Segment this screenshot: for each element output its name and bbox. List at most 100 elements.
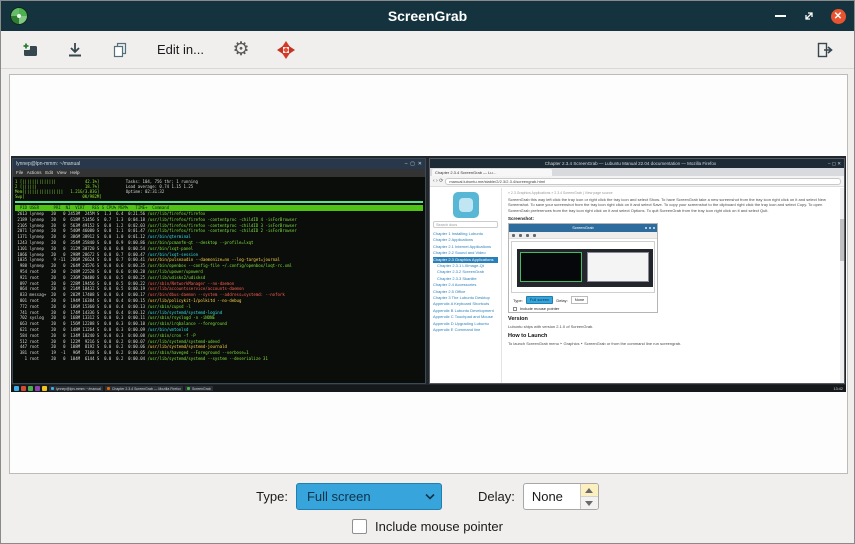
save-button[interactable] (59, 35, 91, 65)
preview-terminal-body: 1 [|||||||||||||| 42.1%]2 [|||||| 18.7%]… (13, 177, 425, 383)
preview-terminal-window-buttons: – ▢ ✕ (405, 159, 422, 169)
preview-taskbar: lynnep@lpn-mmm: ~/manualChapter 2.3.4 Sc… (11, 385, 846, 392)
titlebar: ScreenGrab ✕ (1, 1, 854, 31)
preview-browser-navbar: ‹ › ⟳ manual.lubuntu.me/stable/2/2.3/2.3… (430, 176, 844, 187)
doc-launch-text: To launch ScreenGrab menu ‣ Graphics ‣ S… (508, 341, 836, 346)
browser-url-bar: manual.lubuntu.me/stable/2/2.3/2.3.4/scr… (445, 178, 841, 185)
copy-button[interactable] (104, 35, 136, 65)
preview-terminal-titlebar: lynnep@lpn-mmm: ~/manual – ▢ ✕ (13, 159, 425, 169)
terminal-rows: 2613 lynnep 20 0 2453M 245M S 1.3 6.4 0:… (15, 211, 423, 362)
spin-up-button[interactable] (581, 484, 598, 496)
screengrab-window: ScreenGrab ✕ (0, 0, 855, 544)
screenshot-preview-area: lynnep@lpn-mmm: ~/manual – ▢ ✕ File Acti… (9, 74, 848, 474)
lubuntu-manual-logo (453, 192, 479, 218)
down-arrow-icon (585, 501, 593, 506)
preview-terminal-title: lynnep@lpn-mmm: ~/manual (16, 159, 405, 169)
doc-screenshot-label: Screenshot: (508, 216, 836, 221)
window-title: ScreenGrab (1, 8, 854, 24)
preview-browser-tabbar: Chapter 2.3.4 ScreenGrab — Lu… (430, 168, 844, 176)
toolbar: Edit in... ⚙ (1, 31, 854, 69)
mini-title: ScreenGrab (572, 225, 594, 230)
doc-version-heading: Version (508, 316, 836, 322)
new-screenshot-icon (20, 40, 40, 60)
spin-down-button[interactable] (581, 496, 598, 509)
doc-main-content: » 2.3 Graphics Applications » 2.3.4 Scre… (502, 188, 844, 383)
minimize-icon (775, 15, 786, 17)
preview-browser-tab: Chapter 2.3.4 ScreenGrab — Lu… (432, 169, 552, 176)
doc-search-box: Search docs (433, 221, 498, 228)
edit-in-label: Edit in... (149, 42, 212, 57)
new-screenshot-button[interactable] (14, 35, 46, 65)
preview-browser-window: Chapter 2.3.4 ScreenGrab — Lubuntu Manua… (429, 158, 845, 384)
embedded-screengrab-screenshot: ScreenGrab Type: Full screen Delay: (508, 223, 658, 313)
doc-sidebar: Search docs Chapter 1 Installing Lubuntu… (430, 188, 502, 383)
browser-nav-icons: ‹ › ⟳ (433, 178, 443, 184)
taskbar-launchers (14, 386, 47, 391)
taskbar-window-button: Chapter 2.3.4 ScreenGrab — Mozilla Firef… (105, 386, 183, 392)
mini-type-row: Type: Full screen Delay: None (509, 295, 657, 305)
mini-toolbar (509, 232, 657, 239)
doc-sidebar-link: Appendix E Command line (433, 327, 498, 333)
chevron-down-icon (419, 493, 441, 500)
doc-intro-paragraph: ScreenGrab this way left click the tray … (508, 197, 836, 213)
close-icon: ✕ (831, 9, 846, 24)
browser-scrollbar (840, 188, 844, 383)
gear-icon: ⚙ (232, 40, 249, 59)
exit-icon (815, 40, 835, 60)
copy-icon (110, 40, 130, 60)
taskbar-launcher-icon (28, 386, 33, 391)
pointer-row: Include mouse pointer (352, 519, 503, 534)
preview-terminal-menubar: File Actions Edit View Help (13, 169, 425, 177)
preview-browser-content: Search docs Chapter 1 Installing Lubuntu… (430, 188, 844, 383)
doc-version-text: Lubuntu ships with version 2.1.0 of Scre… (508, 324, 836, 329)
mini-window-buttons (645, 227, 655, 229)
mini-preview (511, 241, 655, 293)
mini-type-combo: Full screen (526, 296, 554, 304)
red-arrows-icon (275, 39, 297, 61)
up-arrow-icon (585, 488, 593, 493)
doc-breadcrumb: » 2.3 Graphics Applications » 2.3.4 Scre… (508, 191, 836, 195)
bottom-controls: Type: Full screen Delay: None Include mo… (1, 474, 854, 543)
type-label: Type: (256, 489, 288, 504)
window-controls: ✕ (772, 1, 846, 31)
delay-value: None (524, 484, 580, 509)
edit-in-button[interactable]: Edit in... (149, 35, 212, 65)
mini-delay-spin: None (571, 296, 589, 304)
doc-sidebar-link: Appendix C Touchpad and Mouse (433, 314, 498, 320)
quit-button[interactable] (809, 35, 841, 65)
terminal-info-right: Tasks: 104, 756 thr; 1 runningLoad avera… (126, 179, 198, 199)
type-delay-row: Type: Full screen Delay: None (256, 483, 599, 510)
close-button[interactable]: ✕ (830, 8, 846, 24)
captured-screenshot-image: lynnep@lpn-mmm: ~/manual – ▢ ✕ File Acti… (11, 156, 846, 392)
screengrab-red-button[interactable] (270, 35, 302, 65)
terminal-info-left: 1 [|||||||||||||| 42.1%]2 [|||||| 18.7%]… (15, 179, 102, 199)
maximize-icon (803, 10, 815, 22)
maximize-button[interactable] (801, 8, 817, 24)
doc-sidebar-nav: Chapter 1 Installing LubuntuChapter 2 Ap… (433, 231, 498, 334)
settings-button[interactable]: ⚙ (225, 35, 257, 65)
terminal-separator (15, 201, 423, 203)
taskbar-window-button: ScreenGrab (185, 386, 213, 392)
delay-spinbox[interactable]: None (523, 483, 599, 510)
taskbar-launcher-icon (42, 386, 47, 391)
include-pointer-checkbox[interactable] (352, 519, 367, 534)
taskbar-launcher-icon (35, 386, 40, 391)
type-select[interactable]: Full screen (296, 483, 442, 510)
browser-scrollbar-thumb (840, 219, 844, 261)
minimize-button[interactable] (772, 8, 788, 24)
preview-browser-titlebar: Chapter 2.3.4 ScreenGrab — Lubuntu Manua… (430, 159, 844, 168)
mini-pointer-row: Include mouse pointer (509, 305, 657, 312)
preview-terminal-window: lynnep@lpn-mmm: ~/manual – ▢ ✕ File Acti… (12, 158, 426, 384)
terminal-stats-line: Uptime: 02:31:32 (126, 189, 198, 194)
doc-sidebar-link: Appendix A Keyboard Shortcuts (433, 301, 498, 307)
doc-launch-heading: How to Launch (508, 333, 836, 339)
taskbar-windows: lynnep@lpn-mmm: ~/manualChapter 2.3.4 Sc… (49, 386, 213, 392)
mini-titlebar: ScreenGrab (509, 224, 657, 232)
preview-browser-title: Chapter 2.3.4 ScreenGrab — Lubuntu Manua… (433, 159, 828, 168)
terminal-meter-line: Swp[ 0K/982M] (15, 194, 102, 199)
save-icon (65, 40, 85, 60)
include-pointer-label: Include mouse pointer (375, 519, 503, 534)
mini-checkbox (513, 307, 517, 311)
taskbar-window-button: lynnep@lpn-mmm: ~/manual (49, 386, 103, 392)
delay-label: Delay: (478, 489, 515, 504)
